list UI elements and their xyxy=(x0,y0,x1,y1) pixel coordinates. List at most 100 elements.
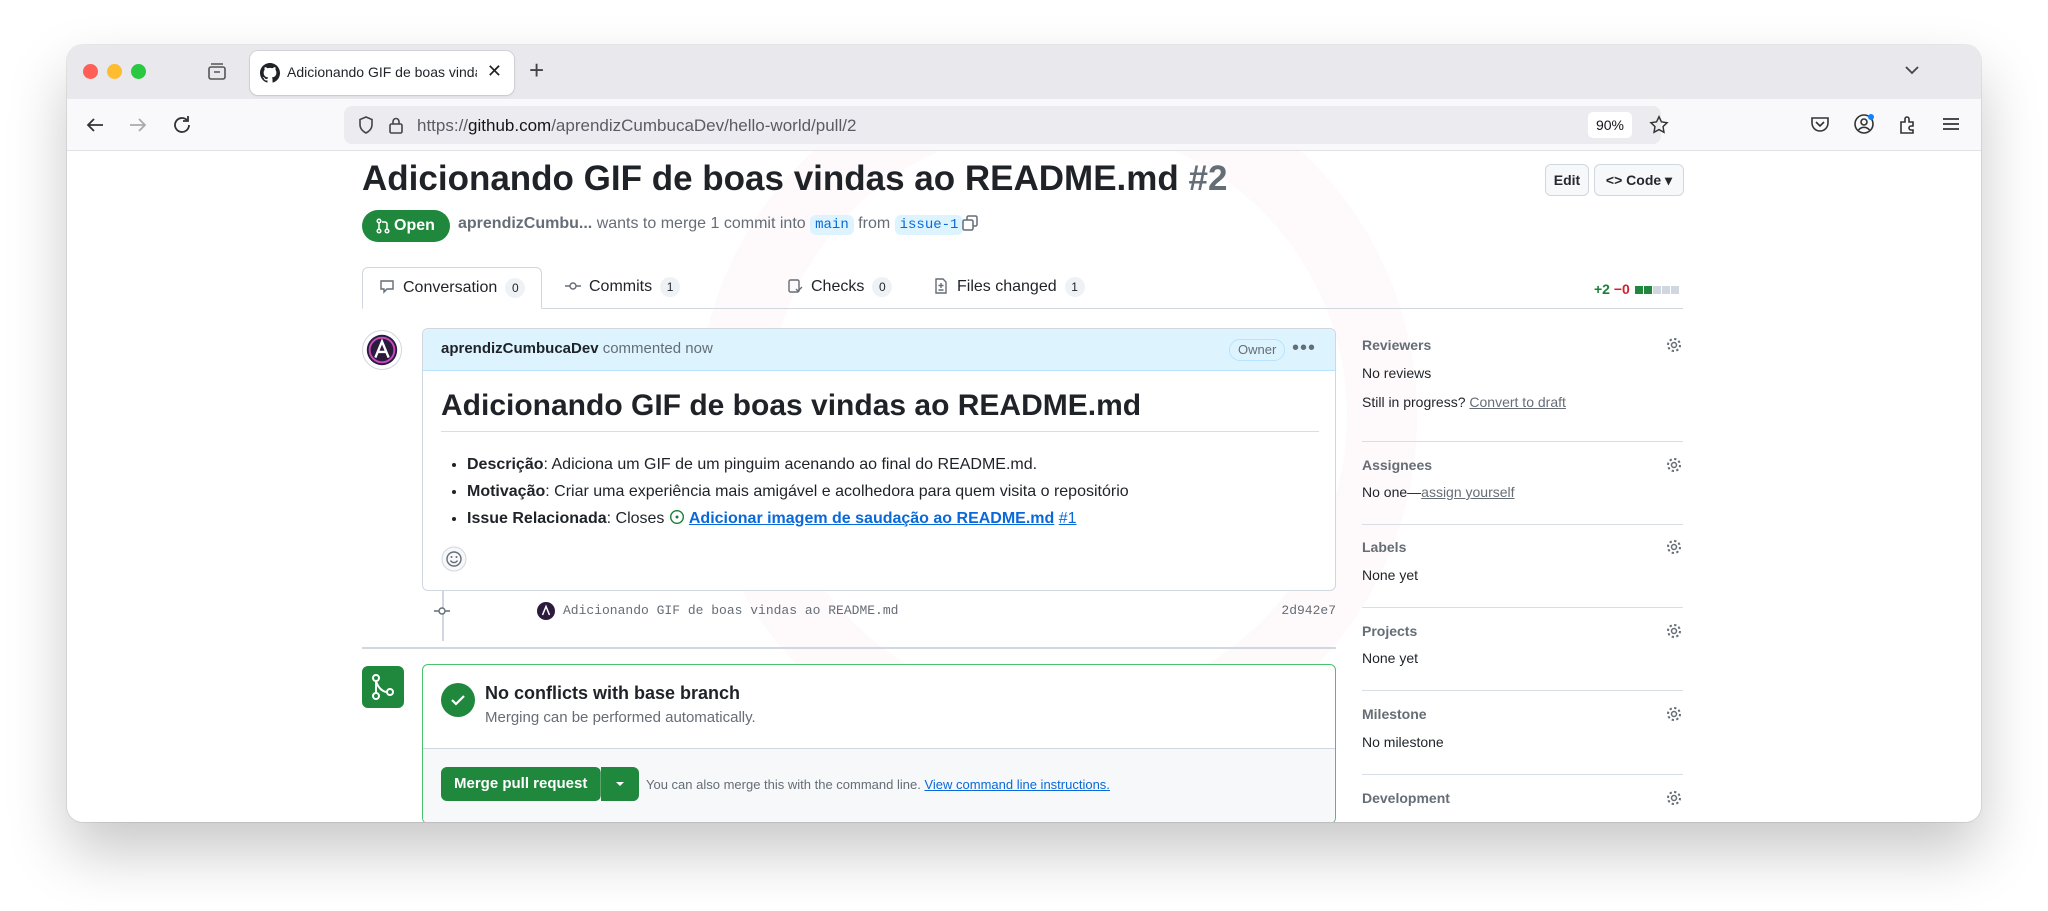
url-text[interactable]: https://github.com/aprendizCumbucaDev/he… xyxy=(417,116,856,136)
gear-icon[interactable] xyxy=(1665,538,1683,556)
gear-icon[interactable] xyxy=(1665,622,1683,640)
page-content: Adicionando GIF de boas vindas ao README… xyxy=(67,151,1981,822)
comment-header: aprendizCumbucaDev commented now Owner •… xyxy=(423,329,1335,371)
checklist-icon xyxy=(788,279,803,293)
comment-timestamp[interactable]: commented now xyxy=(603,340,713,357)
merge-footer: Merge pull request You can also merge th… xyxy=(423,748,1335,822)
pr-author-link[interactable]: aprendizCumbu... xyxy=(458,215,592,232)
github-favicon-icon xyxy=(260,63,280,83)
merge-box: No conflicts with base branch Merging ca… xyxy=(422,664,1336,822)
pr-state-badge: Open xyxy=(362,210,450,242)
commit-sha-link[interactable]: 2d942e7 xyxy=(1281,603,1336,618)
merge-status-subtitle: Merging can be performed automatically. xyxy=(485,709,756,726)
conversation-icon xyxy=(380,280,394,294)
sidebar-milestone: Milestone No milestone xyxy=(1362,706,1683,775)
lock-icon[interactable] xyxy=(386,115,406,135)
back-arrow-icon[interactable] xyxy=(83,113,107,137)
address-bar[interactable]: https://github.com/aprendizCumbucaDev/he… xyxy=(344,106,1669,144)
pr-title: Adicionando GIF de boas vindas ao README… xyxy=(362,159,1228,198)
commit-author-avatar[interactable] xyxy=(536,601,556,621)
comment-heading: Adicionando GIF de boas vindas ao README… xyxy=(441,389,1319,432)
edit-title-button[interactable]: Edit xyxy=(1545,164,1589,196)
head-branch[interactable]: issue-1 xyxy=(894,215,964,235)
milestone-value: No milestone xyxy=(1362,734,1444,750)
close-window-button[interactable] xyxy=(83,64,98,79)
tab-checks[interactable]: Checks 0 xyxy=(787,267,893,309)
sidebar-reviewers: Reviewers No reviews Still in progress? … xyxy=(1362,337,1683,442)
browser-tab-active[interactable]: Adicionando GIF de boas vindas ao README… xyxy=(250,51,514,95)
projects-value: None yet xyxy=(1362,650,1419,666)
browser-window: Adicionando GIF de boas vindas ao README… xyxy=(67,45,1981,822)
owner-badge: Owner xyxy=(1229,339,1286,361)
comment-author-link[interactable]: aprendizCumbucaDev xyxy=(441,340,599,357)
extensions-puzzle-icon[interactable] xyxy=(1896,112,1920,136)
comment-list: Descrição: Adiciona um GIF de um pinguim… xyxy=(467,451,1129,532)
add-reaction-smiley-icon[interactable] xyxy=(441,546,467,572)
menu-hamburger-icon[interactable] xyxy=(1939,112,1963,136)
pull-request-icon xyxy=(376,218,390,234)
commit-row: Adicionando GIF de boas vindas ao README… xyxy=(430,599,1336,623)
commit-icon xyxy=(434,607,450,615)
merge-method-dropdown[interactable] xyxy=(601,767,639,801)
forward-arrow-icon[interactable] xyxy=(126,113,150,137)
milestone-heading: Milestone xyxy=(1362,706,1427,722)
pocket-icon[interactable] xyxy=(1808,112,1832,136)
caret-down-icon xyxy=(616,782,624,786)
assignees-value: No one—assign yourself xyxy=(1362,484,1515,500)
pr-tabs: Conversation 0 Commits 1 Checks 0 Files cha… xyxy=(362,267,1683,309)
bookmark-star-icon[interactable] xyxy=(1648,114,1670,136)
gear-icon[interactable] xyxy=(1665,456,1683,474)
account-icon[interactable] xyxy=(1852,112,1876,136)
code-dropdown-button[interactable]: <> Code ▾ xyxy=(1594,164,1684,196)
new-tab-button[interactable]: + xyxy=(529,57,544,83)
tab-bar: Adicionando GIF de boas vindas ao README… xyxy=(67,45,1981,99)
tab-commits[interactable]: Commits 1 xyxy=(565,267,681,309)
tab-overview-icon[interactable] xyxy=(206,61,228,83)
reload-icon[interactable] xyxy=(170,113,194,137)
avatar[interactable] xyxy=(362,330,402,370)
zoom-level-badge[interactable]: 90% xyxy=(1588,112,1632,138)
gear-icon[interactable] xyxy=(1665,336,1683,354)
commit-icon xyxy=(565,282,581,290)
assignees-heading: Assignees xyxy=(1362,457,1433,473)
assign-yourself-link[interactable]: assign yourself xyxy=(1421,484,1514,500)
draft-prompt: Still in progress? Convert to draft xyxy=(1362,394,1566,410)
close-tab-icon[interactable]: ✕ xyxy=(487,61,502,82)
linked-issue-number[interactable]: #1 xyxy=(1059,510,1077,527)
copy-branch-icon[interactable] xyxy=(961,214,979,232)
gear-icon[interactable] xyxy=(1665,705,1683,723)
tracking-protection-shield-icon[interactable] xyxy=(356,115,376,135)
merge-status-title: No conflicts with base branch xyxy=(485,683,741,703)
reviewers-heading: Reviewers xyxy=(1362,337,1432,353)
list-item: Issue Relacionada: Closes Adicionar imag… xyxy=(467,505,1129,532)
sidebar-projects: Projects None yet xyxy=(1362,623,1683,691)
commit-message-link[interactable]: Adicionando GIF de boas vindas ao README… xyxy=(563,603,898,618)
gear-icon[interactable] xyxy=(1665,789,1683,807)
caret-down-icon: ▾ xyxy=(1665,172,1673,188)
merge-pull-request-button[interactable]: Merge pull request xyxy=(441,767,639,801)
timeline-divider xyxy=(362,647,1336,649)
convert-to-draft-link[interactable]: Convert to draft xyxy=(1469,394,1566,410)
comment-options-icon[interactable]: ••• xyxy=(1292,337,1316,360)
code-brackets-icon: <> xyxy=(1605,172,1623,188)
zoom-window-button[interactable] xyxy=(131,64,146,79)
tab-files-changed[interactable]: Files changed 1 xyxy=(933,267,1085,309)
file-diff-icon xyxy=(935,278,947,294)
projects-heading: Projects xyxy=(1362,623,1418,639)
minimize-window-button[interactable] xyxy=(107,64,122,79)
linked-issue-link[interactable]: Adicionar imagem de saudação ao README.m… xyxy=(689,510,1054,527)
base-branch[interactable]: main xyxy=(810,215,854,235)
labels-value: None yet xyxy=(1362,567,1419,583)
list-tabs-chevron-icon[interactable] xyxy=(1901,59,1923,81)
pr-meta: aprendizCumbu... wants to merge 1 commit… xyxy=(458,215,964,235)
tab-conversation[interactable]: Conversation 0 xyxy=(362,267,543,309)
merge-hint: You can also merge this with the command… xyxy=(646,777,1110,792)
development-heading: Development xyxy=(1362,790,1450,806)
list-item: Motivação: Criar uma experiência mais am… xyxy=(467,478,1129,505)
sidebar-labels: Labels None yet xyxy=(1362,539,1683,608)
labels-heading: Labels xyxy=(1362,539,1407,555)
reviewers-value: No reviews xyxy=(1362,365,1432,381)
sidebar-development: Development xyxy=(1362,790,1683,822)
check-circle-icon xyxy=(441,683,475,717)
command-line-instructions-link[interactable]: View command line instructions. xyxy=(924,777,1109,792)
